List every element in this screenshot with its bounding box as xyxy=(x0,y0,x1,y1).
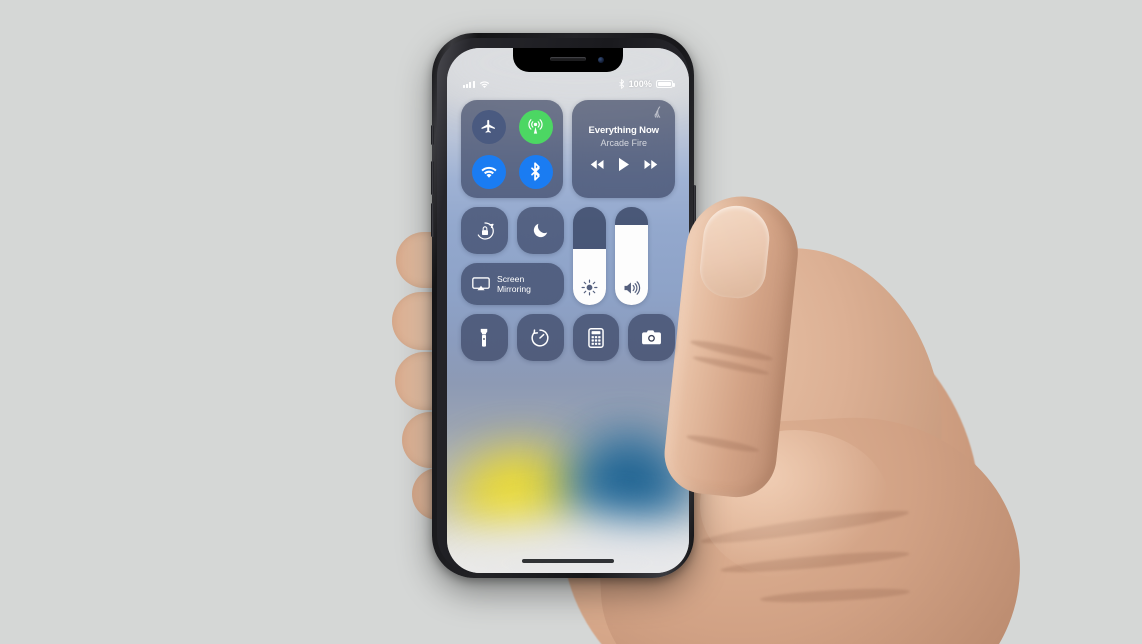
camera-button[interactable] xyxy=(628,314,675,361)
control-center-row-3 xyxy=(461,314,675,361)
status-bar-left xyxy=(463,80,490,89)
connectivity-module xyxy=(461,100,564,198)
home-indicator[interactable] xyxy=(522,559,614,563)
screen-mirroring-label-line1: Screen xyxy=(497,273,525,284)
flashlight-button[interactable] xyxy=(461,314,508,361)
volume-down-button[interactable] xyxy=(430,203,434,237)
iphone-device: 100% Everything Now Arcade Fire Screen M… xyxy=(430,33,696,578)
status-bar-right: 100% xyxy=(618,79,675,89)
previous-track-button[interactable] xyxy=(590,159,605,170)
brightness-slider-fill xyxy=(573,249,606,305)
calculator-button[interactable] xyxy=(572,314,620,361)
airplane-mode-toggle[interactable] xyxy=(471,109,506,144)
next-track-button[interactable] xyxy=(643,159,658,170)
screen-mirroring-label-line2: Mirroring xyxy=(497,284,531,294)
control-center: Everything Now Arcade Fire Screen Mirror… xyxy=(447,100,689,361)
mute-switch[interactable] xyxy=(430,125,434,145)
wifi-toggle[interactable] xyxy=(471,154,506,189)
brightness-slider[interactable] xyxy=(573,207,606,305)
track-title: Everything Now xyxy=(588,124,659,136)
transport-controls xyxy=(590,157,658,172)
now-playing-module[interactable]: Everything Now Arcade Fire xyxy=(572,100,675,198)
front-camera-icon xyxy=(598,56,604,63)
left-controls-column: Screen Mirroring xyxy=(461,207,564,305)
bluetooth-icon xyxy=(618,79,625,89)
airplay-audio-icon[interactable] xyxy=(654,106,667,119)
timer-button[interactable] xyxy=(516,314,564,361)
screen-mirroring-icon xyxy=(472,276,490,292)
scene: 100% Everything Now Arcade Fire Screen M… xyxy=(0,0,1142,644)
control-center-row-2: Screen Mirroring xyxy=(461,207,675,305)
play-button[interactable] xyxy=(618,157,630,172)
phone-screen[interactable]: 100% Everything Now Arcade Fire Screen M… xyxy=(447,48,689,573)
cellular-data-toggle[interactable] xyxy=(518,109,553,144)
wifi-icon xyxy=(479,80,490,89)
cellular-signal-icon xyxy=(463,80,475,88)
notch xyxy=(513,48,623,72)
bluetooth-toggle[interactable] xyxy=(518,154,553,189)
rotation-lock-toggle[interactable] xyxy=(461,207,508,254)
speaker-icon xyxy=(615,280,648,296)
finger-crease-3 xyxy=(685,432,760,455)
status-bar: 100% xyxy=(447,76,689,92)
battery-percentage: 100% xyxy=(628,79,652,89)
screen-mirroring-button[interactable]: Screen Mirroring xyxy=(461,263,564,305)
track-artist: Arcade Fire xyxy=(600,137,647,148)
lock-dnd-row xyxy=(461,207,564,254)
fingernail xyxy=(697,202,773,301)
phone-frame: 100% Everything Now Arcade Fire Screen M… xyxy=(437,38,689,573)
screen-mirroring-label: Screen Mirroring xyxy=(497,274,531,294)
wallpaper-blur-blue-core xyxy=(597,446,667,516)
control-center-row-1: Everything Now Arcade Fire xyxy=(461,100,675,198)
do-not-disturb-toggle[interactable] xyxy=(517,207,564,254)
brightness-icon xyxy=(573,279,606,296)
earpiece-speaker xyxy=(550,57,586,61)
volume-slider[interactable] xyxy=(615,207,648,305)
volume-up-button[interactable] xyxy=(430,161,434,195)
battery-icon xyxy=(656,80,675,88)
